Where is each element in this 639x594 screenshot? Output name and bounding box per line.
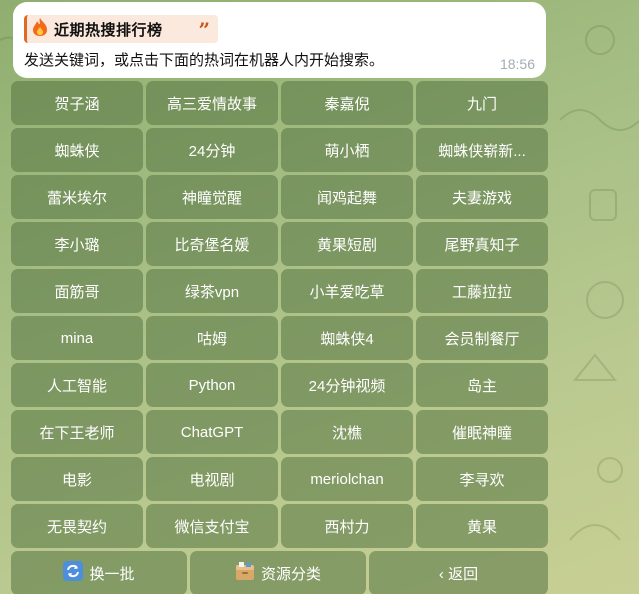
refresh-arrows-icon bbox=[63, 561, 84, 585]
fire-icon bbox=[31, 17, 49, 42]
keyword-button[interactable]: 萌小栖 bbox=[281, 128, 413, 172]
keyboard-row: 蕾米埃尔 神瞳觉醒 闻鸡起舞 夫妻游戏 bbox=[11, 175, 548, 219]
keyword-button[interactable]: 蜘蛛侠崭新... bbox=[416, 128, 548, 172]
quote-mark-icon: ” bbox=[198, 18, 210, 42]
keyword-button[interactable]: 神瞳觉醒 bbox=[146, 175, 278, 219]
keyboard-row: 无畏契约 微信支付宝 西村力 黄果 bbox=[11, 504, 548, 548]
keyword-button[interactable]: 黄果 bbox=[416, 504, 548, 548]
keyboard-row: 电影 电视剧 meriolchan 李寻欢 bbox=[11, 457, 548, 501]
inline-keyboard: 贺子涵 高三爱情故事 秦嘉倪 九门 蜘蛛侠 24分钟 萌小栖 蜘蛛侠崭新... … bbox=[11, 81, 548, 594]
keyboard-row: 蜘蛛侠 24分钟 萌小栖 蜘蛛侠崭新... bbox=[11, 128, 548, 172]
quote-header: 近期热搜排行榜 ” bbox=[24, 15, 218, 43]
keyword-button[interactable]: 24分钟 bbox=[146, 128, 278, 172]
keyword-button[interactable]: 催眠神瞳 bbox=[416, 410, 548, 454]
keyword-button[interactable]: 李寻欢 bbox=[416, 457, 548, 501]
keyword-button[interactable]: 贺子涵 bbox=[11, 81, 143, 125]
keyword-button[interactable]: 九门 bbox=[416, 81, 548, 125]
keyword-button[interactable]: 黄果短剧 bbox=[281, 222, 413, 266]
keyword-button[interactable]: 24分钟视频 bbox=[281, 363, 413, 407]
keyboard-row: 人工智能 Python 24分钟视频 岛主 bbox=[11, 363, 548, 407]
keyboard-row: 李小璐 比奇堡名媛 黄果短剧 尾野真知子 bbox=[11, 222, 548, 266]
keyword-button[interactable]: 咕姆 bbox=[146, 316, 278, 360]
keyword-button[interactable]: 小羊爱吃草 bbox=[281, 269, 413, 313]
message-text: 发送关键词，或点击下面的热词在机器人内开始搜索。 bbox=[24, 52, 385, 69]
refresh-button-label: 换一批 bbox=[89, 565, 135, 583]
keyword-button[interactable]: mina bbox=[11, 316, 143, 360]
keyword-button[interactable]: 李小璐 bbox=[11, 222, 143, 266]
keyword-button[interactable]: 夫妻游戏 bbox=[416, 175, 548, 219]
keyword-button[interactable]: 高三爱情故事 bbox=[146, 81, 278, 125]
keyboard-row: 面筋哥 绿茶vpn 小羊爱吃草 工藤拉拉 bbox=[11, 269, 548, 313]
keyword-button[interactable]: 工藤拉拉 bbox=[416, 269, 548, 313]
keyword-button[interactable]: 面筋哥 bbox=[11, 269, 143, 313]
keyword-button[interactable]: 闻鸡起舞 bbox=[281, 175, 413, 219]
keyword-button[interactable]: 比奇堡名媛 bbox=[146, 222, 278, 266]
back-button-label: ‹ 返回 bbox=[438, 565, 479, 583]
keyboard-row: mina 咕姆 蜘蛛侠4 会员制餐厅 bbox=[11, 316, 548, 360]
keyword-button[interactable]: 在下王老师 bbox=[11, 410, 143, 454]
keyword-button[interactable]: ChatGPT bbox=[146, 410, 278, 454]
keyword-button[interactable]: 电影 bbox=[11, 457, 143, 501]
keyword-button[interactable]: 电视剧 bbox=[146, 457, 278, 501]
keyword-button[interactable]: meriolchan bbox=[281, 457, 413, 501]
card-file-box-icon bbox=[235, 561, 255, 585]
keyword-button[interactable]: 蜘蛛侠4 bbox=[281, 316, 413, 360]
keyword-button[interactable]: 蕾米埃尔 bbox=[11, 175, 143, 219]
keyword-button[interactable]: 尾野真知子 bbox=[416, 222, 548, 266]
keyword-button[interactable]: 西村力 bbox=[281, 504, 413, 548]
keyboard-row: 贺子涵 高三爱情故事 秦嘉倪 九门 bbox=[11, 81, 548, 125]
keyword-button[interactable]: 秦嘉倪 bbox=[281, 81, 413, 125]
keyword-button[interactable]: 绿茶vpn bbox=[146, 269, 278, 313]
keyword-button[interactable]: Python bbox=[146, 363, 278, 407]
message-timestamp: 18:56 bbox=[499, 56, 535, 72]
keyword-button[interactable]: 人工智能 bbox=[11, 363, 143, 407]
keyword-button[interactable]: 蜘蛛侠 bbox=[11, 128, 143, 172]
leaderboard-title: 近期热搜排行榜 bbox=[54, 21, 163, 39]
refresh-button[interactable]: 换一批 bbox=[11, 551, 187, 594]
keyword-button[interactable]: 会员制餐厅 bbox=[416, 316, 548, 360]
category-button-label: 资源分类 bbox=[260, 565, 321, 583]
keyword-button[interactable]: 微信支付宝 bbox=[146, 504, 278, 548]
keyword-button[interactable]: 沈樵 bbox=[281, 410, 413, 454]
bot-message-bubble: 近期热搜排行榜 ” 发送关键词，或点击下面的热词在机器人内开始搜索。 18:56 bbox=[13, 2, 546, 78]
back-button[interactable]: ‹ 返回 bbox=[369, 551, 548, 594]
keyword-button[interactable]: 岛主 bbox=[416, 363, 548, 407]
category-button[interactable]: 资源分类 bbox=[190, 551, 366, 594]
keyword-button[interactable]: 无畏契约 bbox=[11, 504, 143, 548]
keyboard-nav-row: 换一批 资源分类 ‹ 返回 bbox=[11, 551, 548, 594]
keyboard-row: 在下王老师 ChatGPT 沈樵 催眠神瞳 bbox=[11, 410, 548, 454]
